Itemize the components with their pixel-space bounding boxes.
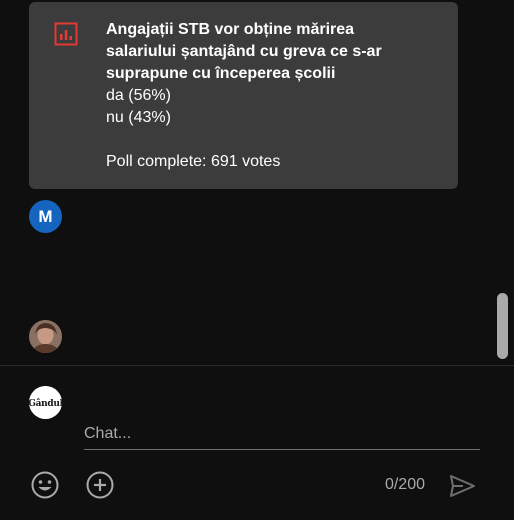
- send-icon[interactable]: [446, 470, 478, 502]
- divider: [0, 365, 514, 366]
- emoji-icon[interactable]: [29, 469, 61, 501]
- poll-option-yes: da (56%): [106, 87, 171, 104]
- chat-input-field[interactable]: [84, 420, 480, 450]
- poll-chart-icon: [54, 22, 78, 46]
- poll-status: Poll complete: 691 votes: [106, 153, 281, 170]
- poll-option-no: nu (43%): [106, 109, 171, 126]
- avatar-photo[interactable]: [29, 320, 62, 353]
- avatar-m[interactable]: M: [29, 200, 62, 233]
- avatar-gandul-logo[interactable]: Gândul: [29, 386, 62, 419]
- poll-question: Angajații STB vor obține mărirea salariu…: [106, 21, 382, 82]
- scrollbar-thumb[interactable]: [497, 293, 508, 359]
- svg-text:Gândul: Gândul: [29, 398, 62, 409]
- char-counter: 0/200: [384, 476, 425, 493]
- add-icon[interactable]: [84, 469, 116, 501]
- chat-input[interactable]: [84, 420, 480, 448]
- poll-card: Angajații STB vor obține mărirea salariu…: [29, 2, 458, 189]
